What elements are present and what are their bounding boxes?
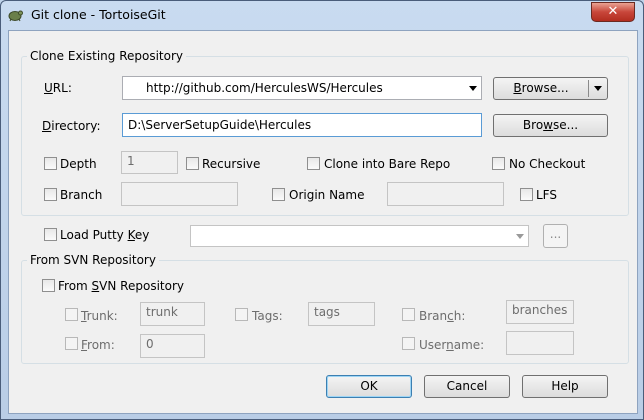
dialog-client: Clone Existing Repository URL: http://gi… [8,30,638,414]
window-title: Git clone - TortoiseGit [31,7,166,22]
close-button[interactable]: ✕ [591,2,635,22]
tags-checkbox[interactable] [235,308,248,321]
load-putty-key-label: Load Putty Key [60,228,150,242]
url-label: URL: [44,81,72,95]
chevron-down-icon[interactable] [594,86,602,91]
branch-svn-label: Branch: [419,309,466,323]
directory-browse-button[interactable]: Browse... [493,114,608,137]
svn-group-label: From SVN Repository [27,253,159,267]
bare-repo-label: Clone into Bare Repo [324,157,451,171]
help-button[interactable]: Help [522,375,608,398]
branch-checkbox[interactable] [44,188,57,201]
recursive-label: Recursive [202,157,261,171]
username-input[interactable] [506,331,574,355]
dialog-window: Git clone - TortoiseGit ✕ Clone Existing… [0,0,644,420]
url-value: http://github.com/HerculesWS/Hercules [146,81,383,95]
origin-name-label: Origin Name [289,188,365,202]
directory-value: D:\ServerSetupGuide\Hercules [128,118,312,132]
no-checkout-checkbox[interactable] [492,157,505,170]
close-icon: ✕ [607,4,619,19]
depth-label: Depth [60,157,97,171]
branch-svn-input[interactable]: branches [506,300,574,324]
load-putty-key-checkbox[interactable] [44,228,57,241]
username-checkbox[interactable] [402,337,415,350]
url-browse-button[interactable]: Browse... [493,77,608,100]
directory-label: Directory: [42,119,101,133]
branch-svn-checkbox[interactable] [402,308,415,321]
chevron-down-icon[interactable] [516,234,524,239]
putty-key-browse-button[interactable]: ... [543,224,568,248]
split-separator [588,80,589,97]
from-rev-label: From: [81,338,115,352]
ok-button[interactable]: OK [326,375,412,398]
branch-label: Branch [60,188,103,202]
origin-name-checkbox[interactable] [272,188,285,201]
clone-group-label: Clone Existing Repository [27,49,187,63]
trunk-input[interactable]: trunk [140,302,205,326]
lfs-checkbox[interactable] [520,188,533,201]
bare-repo-checkbox[interactable] [307,157,320,170]
putty-key-combobox[interactable] [190,225,529,247]
title-bar[interactable]: Git clone - TortoiseGit ✕ [1,1,643,29]
branch-input[interactable] [121,182,238,206]
tags-input[interactable]: tags [308,302,375,326]
chevron-down-icon[interactable] [469,86,477,91]
from-svn-label: From SVN Repository [58,279,184,293]
cancel-button[interactable]: Cancel [424,375,510,398]
depth-input[interactable]: 1 [121,151,178,174]
from-rev-checkbox[interactable] [65,337,78,350]
username-label: Username: [419,338,485,352]
tortoisegit-icon [8,10,23,22]
no-checkout-label: No Checkout [509,157,586,171]
trunk-checkbox[interactable] [65,308,78,321]
lfs-label: LFS [536,188,557,202]
url-combobox[interactable]: http://github.com/HerculesWS/Hercules [122,76,482,100]
from-svn-checkbox[interactable] [42,279,55,292]
tags-label: Tags: [252,309,283,323]
from-rev-input[interactable]: 0 [140,334,205,358]
depth-checkbox[interactable] [44,157,57,170]
origin-name-input[interactable] [387,182,504,206]
recursive-checkbox[interactable] [186,157,199,170]
directory-input[interactable]: D:\ServerSetupGuide\Hercules [122,113,482,137]
trunk-label: Trunk: [81,309,118,323]
